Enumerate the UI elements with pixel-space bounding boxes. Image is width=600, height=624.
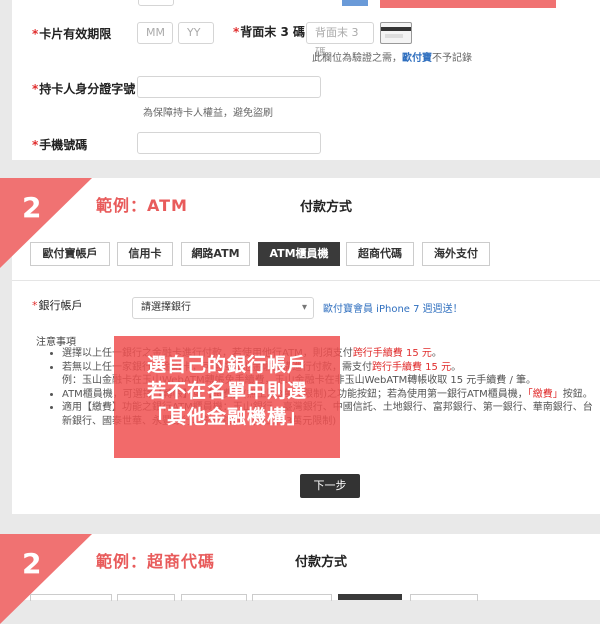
card-brand-badge — [342, 0, 368, 6]
step-number: 2 — [22, 191, 42, 224]
tab-overseas[interactable]: 海外支付 — [422, 242, 490, 266]
instruction-overlay: 選自己的銀行帳戶 若不在名單中則選 「其他金融機構」 — [114, 336, 340, 458]
step-number: 2 — [22, 547, 42, 580]
id-input[interactable] — [137, 76, 321, 98]
tab-credit-card[interactable]: 信用卡 — [117, 242, 173, 266]
overlay-line: 選自己的銀行帳戶 — [146, 354, 307, 376]
cvc-input[interactable]: 背面末 3 碼 — [306, 22, 374, 59]
tab-partial-active[interactable] — [338, 594, 402, 600]
id-label: *持卡人身分證字號 — [32, 82, 136, 96]
bank-account-label: *銀行帳戶 — [32, 299, 83, 312]
top-partial-input[interactable] — [138, 0, 174, 6]
cvc-label: *背面末 3 碼 — [233, 25, 305, 39]
phone-label: *手機號碼 — [32, 138, 88, 152]
card-back-icon — [380, 22, 412, 44]
expiry-month-input[interactable]: MM — [137, 22, 173, 44]
next-step-button[interactable]: 下一步 — [300, 474, 360, 498]
overlay-line: 若不在名單中則選 — [146, 380, 307, 402]
allpay-link[interactable]: 歐付寶 — [402, 53, 432, 64]
expiry-year-input[interactable]: YY — [178, 22, 214, 44]
id-hint: 為保障持卡人權益，避免盜刷 — [143, 108, 273, 119]
bank-select[interactable]: 請選擇銀行 ▾ — [132, 297, 314, 319]
tab-convenience-store[interactable]: 超商代碼 — [346, 242, 414, 266]
payment-method-title: 付款方式 — [295, 555, 348, 570]
section-divider — [12, 280, 600, 281]
tab-allpay-account[interactable]: 歐付寶帳戶 — [30, 242, 110, 266]
overlay-line: 「其他金融機構」 — [146, 406, 307, 428]
tab-web-atm[interactable]: 網路ATM — [181, 242, 250, 266]
promo-link[interactable]: 歐付寶會員 iPhone 7 週週送！ — [323, 300, 463, 315]
banner-partial — [380, 0, 556, 8]
atm-example-title: 範例：ATM — [96, 196, 188, 215]
cvc-hint: 此欄位為驗證之需，歐付寶不予記錄 — [312, 53, 472, 64]
notes-title: 注意事項 — [36, 337, 76, 348]
chevron-down-icon: ▾ — [301, 302, 307, 313]
step-badge — [0, 534, 92, 624]
store-example-title: 範例：超商代碼 — [96, 552, 216, 571]
phone-input[interactable] — [137, 132, 321, 154]
tab-atm-teller[interactable]: ATM櫃員機 — [258, 242, 340, 266]
payment-method-title: 付款方式 — [300, 200, 353, 215]
card-info-form: *卡片有效期限 MM YY *背面末 3 碼 背面末 3 碼 此欄位為驗證之需，… — [12, 0, 600, 160]
expiry-label: *卡片有效期限 — [32, 27, 112, 41]
